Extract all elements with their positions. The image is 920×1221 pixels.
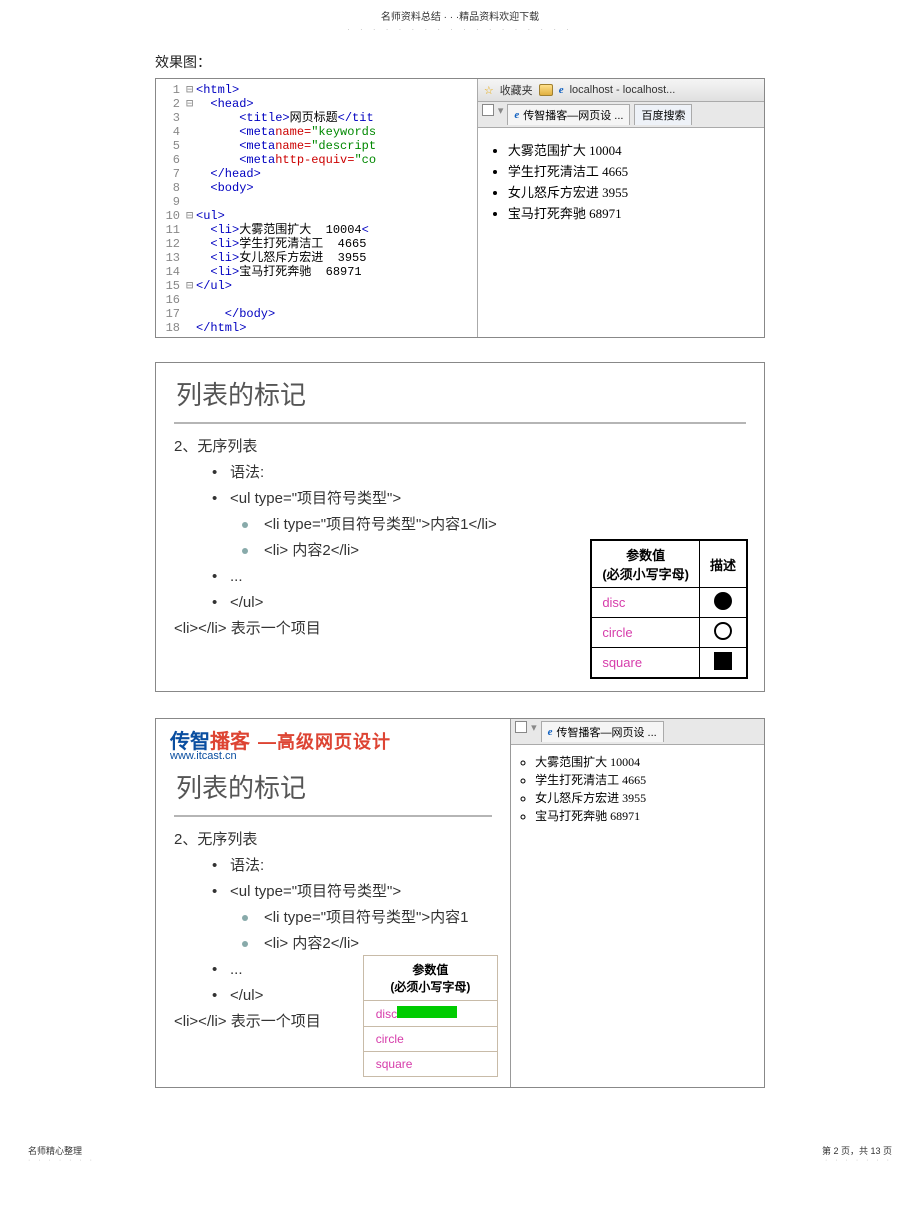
- bullet-type-table: 参数值(必须小写字母) 描述 disc circle square: [590, 539, 748, 679]
- figure-caption: 效果图：: [155, 52, 765, 72]
- table-header: 参数值(必须小写字母): [591, 540, 699, 588]
- ie-icon: e: [559, 84, 564, 96]
- brand-header: 传智播客 www.itcast.cn —高级网页设计: [156, 719, 510, 762]
- location-text: localhost - localhost...: [570, 84, 676, 96]
- highlight-cursor: [397, 1006, 457, 1018]
- browser-tab-active[interactable]: e 传智播客—网页设 ...: [541, 721, 664, 742]
- page-footer: 名师精心整理 · · · · · · · 第 2 页，共 13 页 · · · …: [0, 1114, 920, 1172]
- list-item: 大雾范围扩大 10004: [535, 753, 764, 770]
- code-editor: 1⊟<html> 2⊟ <head> 3 <title>网页标题</tit 4 …: [156, 79, 478, 337]
- list-item: 大雾范围扩大 10004: [508, 140, 756, 159]
- list-item: 女儿怒斥方宏进 3955: [535, 789, 764, 806]
- list-item: 学生打死清洁工 4665: [535, 771, 764, 788]
- browser-tab-baidu[interactable]: 百度搜索: [634, 104, 692, 125]
- footer-left: 名师精心整理: [28, 1144, 95, 1157]
- favorites-label: 收藏夹: [500, 82, 533, 98]
- page-content: 效果图： 1⊟<html> 2⊟ <head> 3 <title>网页标题</t…: [0, 52, 920, 1088]
- footer-right: 第 2 页，共 13 页: [822, 1144, 892, 1157]
- slide-line: 2、无序列表: [174, 434, 746, 460]
- browser-body: 大雾范围扩大 10004 学生打死清洁工 4665 女儿怒斥方宏进 3955 宝…: [478, 128, 764, 337]
- list-item: 学生打死清洁工 4665: [508, 161, 756, 180]
- square-icon: [714, 652, 732, 670]
- tab-grid-icon[interactable]: [515, 721, 527, 733]
- brand-tagline: —高级网页设计: [258, 728, 391, 754]
- disc-icon: [714, 592, 732, 610]
- slide-title: 列表的标记: [176, 768, 492, 805]
- tab-grid-icon[interactable]: [482, 104, 494, 116]
- bullet-type-table-edit: 参数值(必须小写字母) disc circle square: [363, 955, 498, 1077]
- slide-list-markup: 列表的标记 2、无序列表 •语法: •<ul type="项目符号类型"> <l…: [155, 362, 765, 692]
- list-item: 宝马打死奔驰 68971: [535, 807, 764, 824]
- table-header: 描述: [699, 540, 747, 588]
- browser-preview: ☆ 收藏夹 e localhost - localhost... ▾ e 传智播…: [478, 79, 764, 337]
- ie-icon: e: [548, 726, 553, 738]
- slide-title: 列表的标记: [176, 375, 746, 412]
- favorites-bar: ☆ 收藏夹 e localhost - localhost...: [478, 79, 764, 102]
- circle-icon: [714, 622, 732, 640]
- browser-tab-active[interactable]: e 传智播客—网页设 ...: [507, 104, 630, 125]
- folder-icon: [539, 84, 553, 96]
- header-dots: · · · · · · · · · · · · · · · · · ·: [0, 25, 920, 34]
- browser-preview-circle: ▾ e 传智播客—网页设 ... 大雾范围扩大 10004 学生打死清洁工 46…: [510, 719, 764, 1087]
- preview-list: 大雾范围扩大 10004 学生打死清洁工 4665 女儿怒斥方宏进 3955 宝…: [486, 140, 756, 222]
- star-icon: ☆: [484, 84, 494, 97]
- screenshot-editor-preview: 1⊟<html> 2⊟ <head> 3 <title>网页标题</tit 4 …: [155, 78, 765, 338]
- slide-with-preview: 传智播客 www.itcast.cn —高级网页设计 列表的标记 2、无序列表 …: [155, 718, 765, 1088]
- preview-list-circle: 大雾范围扩大 10004 学生打死清洁工 4665 女儿怒斥方宏进 3955 宝…: [511, 753, 764, 824]
- list-item: 宝马打死奔驰 68971: [508, 203, 756, 222]
- tab-bar: ▾ e 传智播客—网页设 ... 百度搜索: [478, 102, 764, 128]
- list-item: 女儿怒斥方宏进 3955: [508, 182, 756, 201]
- ie-icon: e: [514, 109, 519, 121]
- page-header: 名师资料总结 · · ·精品资料欢迎下载: [0, 0, 920, 25]
